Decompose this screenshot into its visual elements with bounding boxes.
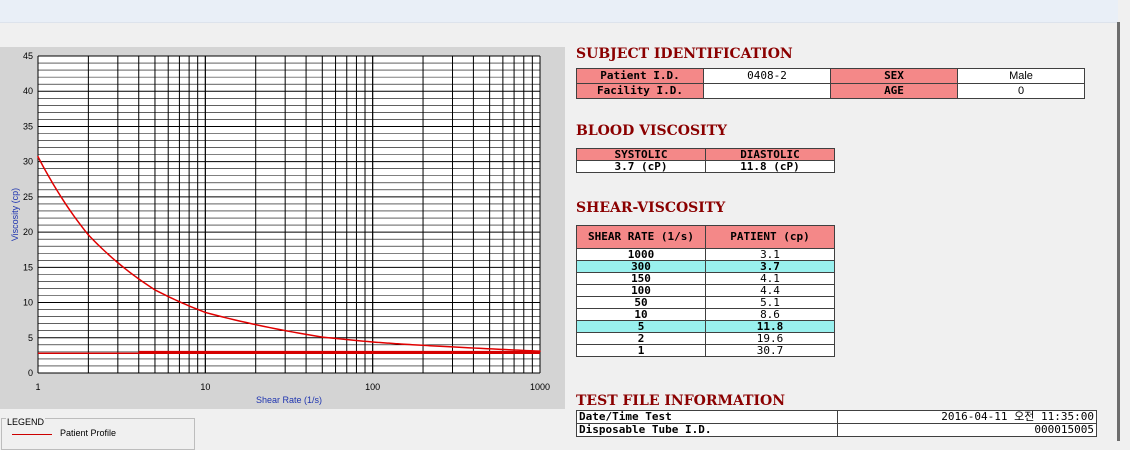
systolic-value: 3.7 (cP) [576,160,706,173]
x-tick-label: 1 [35,382,40,392]
systolic-label: SYSTOLIC [576,148,706,161]
data-point [321,336,324,338]
shear-row: 5 11.8 [576,320,835,333]
tube-label: Disposable Tube I.D. [576,423,838,437]
plot-area [38,56,540,373]
shear-rate-header: SHEAR RATE (1/s) [576,225,706,249]
diastolic-label: DIASTOLIC [705,148,835,161]
shear-rate-cell: 150 [576,272,706,285]
patient-cp-cell: 11.8 [705,320,835,333]
tube-value: 000015005 [837,423,1097,437]
viscosity-chart: 0 5 10 15 20 25 30 35 40 45 1 10 100 1000 Shear Rate (… [10,51,550,405]
testfile-heading: TEST FILE INFORMATION [576,393,786,409]
data-point [539,350,541,352]
legend-box: LEGEND Patient Profile [1,417,195,450]
x-tick-label: 10 [200,382,210,392]
shear-row: 100 4.4 [576,284,835,297]
shear-rate-cell: 2 [576,332,706,345]
data-point [401,343,403,345]
x-tick-label: 100 [365,382,380,392]
blood-table: SYSTOLIC DIASTOLIC 3.7 (cP) 11.8 (cP) [576,148,835,173]
age-label: AGE [830,83,958,99]
patient-cp-header: PATIENT (cp) [705,225,835,249]
y-tick-label: 15 [23,262,33,272]
shear-rate-cell: 5 [576,320,706,333]
shear-rate-cell: 50 [576,296,706,309]
legend-swatch [12,434,52,435]
y-tick-label: 5 [28,333,33,343]
data-point [371,341,374,343]
shear-heading: SHEAR-VISCOSITY [576,200,726,216]
patient-cp-cell: 3.7 [705,260,835,273]
shear-row: 1 30.7 [576,344,835,357]
patient-cp-cell: 5.1 [705,296,835,309]
y-tick-label: 45 [23,51,33,61]
x-tick-label: 1000 [530,382,550,392]
top-toolbar [0,0,1118,23]
y-tick-label: 40 [23,86,33,96]
x-axis-label: Shear Rate (1/s) [256,395,322,405]
patient-id-value: 0408-2 [703,68,831,84]
subject-table: Patient I.D. 0408-2 SEX Male Facility I.… [576,68,1085,99]
shear-row: 1000 3.1 [576,248,835,261]
shear-row: 50 5.1 [576,296,835,309]
y-tick-label: 25 [23,192,33,202]
shear-rate-cell: 1 [576,344,706,357]
y-tick-label: 0 [28,368,33,378]
y-tick-label: 30 [23,157,33,167]
age-value: 0 [957,83,1085,99]
patient-cp-cell: 19.6 [705,332,835,345]
patient-cp-cell: 30.7 [705,344,835,357]
patient-cp-cell: 4.4 [705,284,835,297]
diastolic-value: 11.8 (cP) [705,160,835,173]
sex-value: Male [957,68,1085,84]
shear-row: 10 8.6 [576,308,835,321]
facility-label: Facility I.D. [576,83,704,99]
y-axis-label: Viscosity (cp) [10,188,20,241]
shear-row: 2 19.6 [576,332,835,345]
blood-heading: BLOOD VISCOSITY [576,123,728,139]
shear-rate-cell: 10 [576,308,706,321]
window-divider [1117,22,1120,441]
shear-rate-cell: 300 [576,260,706,273]
shear-row: 150 4.1 [576,272,835,285]
shear-rate-cell: 100 [576,284,706,297]
facility-value [703,83,831,99]
y-tick-label: 20 [23,227,33,237]
shear-rate-cell: 1000 [576,248,706,261]
patient-id-label: Patient I.D. [576,68,704,84]
y-tick-label: 35 [23,121,33,131]
patient-cp-cell: 4.1 [705,272,835,285]
data-point [451,346,454,348]
data-point [87,234,90,236]
shear-row: 300 3.7 [576,260,835,273]
datetime-label: Date/Time Test [576,410,838,424]
patient-cp-cell: 8.6 [705,308,835,321]
shear-table: SHEAR RATE (1/s) PATIENT (cp) 1000 3.1 300… [576,225,835,357]
patient-cp-cell: 3.1 [705,248,835,261]
legend-entry: Patient Profile [60,428,117,438]
subject-heading: SUBJECT IDENTIFICATION [576,46,793,62]
data-point [37,155,39,158]
data-point [204,311,207,314]
legend-title: LEGEND [6,417,46,427]
y-tick-label: 10 [23,298,33,308]
datetime-value: 2016-04-11 오전 11:35:00 [837,410,1097,424]
sex-label: SEX [830,68,958,84]
data-point [154,289,156,291]
testfile-table: Date/Time Test 2016-04-11 오전 11:35:00 Di… [576,410,1097,437]
